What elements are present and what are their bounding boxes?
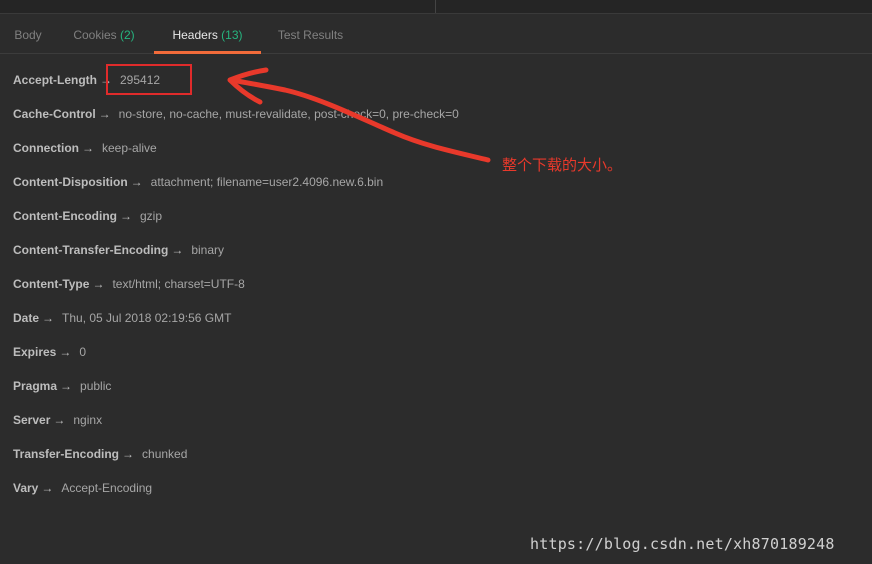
arrow-icon: → [92,277,105,291]
header-row: Cache-Control → no-store, no-cache, must-r… [13,98,459,132]
header-row: Content-Type → text/html; charset=UTF-8 [13,268,459,302]
arrow-icon: → [82,141,94,155]
tab-headers-count: (13) [221,28,243,42]
header-value: 0 [79,345,87,359]
arrow-icon: → [130,175,143,189]
header-value: keep-alive [102,141,157,155]
header-value: gzip [139,209,162,223]
arrow-icon: → [122,447,135,461]
header-key: Content-Disposition [13,175,128,189]
arrow-icon: → [41,481,54,495]
header-key: Expires [13,345,57,359]
header-row: Content-Encoding → gzip [13,200,459,234]
header-key: Cache-Control [13,107,96,121]
arrow-icon: → [119,209,132,223]
arrow-icon: → [98,107,111,121]
header-row: Accept-Length → 295412 [13,64,459,98]
tab-headers[interactable]: Headers (13) [154,14,261,54]
top-pane-strip [0,0,872,14]
tab-body-label: Body [14,28,42,42]
tab-body[interactable]: Body [13,14,43,53]
header-value: public [80,379,112,393]
header-key: Transfer-Encoding [13,447,120,461]
arrow-icon: → [100,73,112,87]
header-row: Expires → 0 [13,336,459,370]
header-row: Vary → Accept-Encoding [13,472,459,506]
header-key: Accept-Length [13,73,97,87]
tab-test-results[interactable]: Test Results [277,14,344,53]
header-value: Accept-Encoding [61,481,153,495]
header-key: Content-Type [13,277,90,291]
header-row: Connection → keep-alive [13,132,459,166]
header-value: nginx [73,413,103,427]
header-row: Server → nginx [13,404,459,438]
header-key: Server [13,413,51,427]
header-row: Date → Thu, 05 Jul 2018 02:19:56 GMT [13,302,459,336]
header-key: Connection [13,141,79,155]
header-value: Thu, 05 Jul 2018 02:19:56 GMT [62,311,232,325]
header-value: binary [191,243,225,257]
pane-divider [435,0,436,13]
header-key: Content-Encoding [13,209,117,223]
arrow-icon: → [171,243,184,257]
header-value: attachment; filename=user2.4096.new.6.bi… [150,175,384,189]
tab-cookies-label: Cookies [73,28,117,42]
header-row: Transfer-Encoding → chunked [13,438,459,472]
header-row: Content-Disposition → attachment; filename… [13,166,459,200]
header-row: Content-Transfer-Encoding → binary [13,234,459,268]
header-value: 295412 [120,73,161,87]
tab-test-results-label: Test Results [277,28,344,42]
header-key: Pragma [13,379,58,393]
headers-list: Accept-Length → 295412 Cache-Control → no-st… [13,64,459,506]
arrow-icon: → [60,379,73,393]
watermark: https://blog.csdn.net/xh870189248 [530,535,835,553]
header-value: no-store, no-cache, must-revalidate, pos… [118,107,459,121]
header-value: text/html; charset=UTF-8 [112,277,245,291]
header-key: Date [13,311,40,325]
header-value: chunked [142,447,188,461]
header-row: Pragma → public [13,370,459,404]
arrow-icon: → [59,345,72,359]
arrow-icon: → [42,311,55,325]
tab-cookies[interactable]: Cookies (2) [72,14,136,53]
arrow-icon: → [53,413,66,427]
header-key: Content-Transfer-Encoding [13,243,169,257]
tab-cookies-count: (2) [120,28,135,42]
tab-headers-label: Headers [172,28,218,42]
header-key: Vary [13,481,39,495]
response-tabs: Body Cookies (2) Headers (13) Test Resul… [0,14,872,54]
annotation-text: 整个下载的大小。 [502,156,623,174]
